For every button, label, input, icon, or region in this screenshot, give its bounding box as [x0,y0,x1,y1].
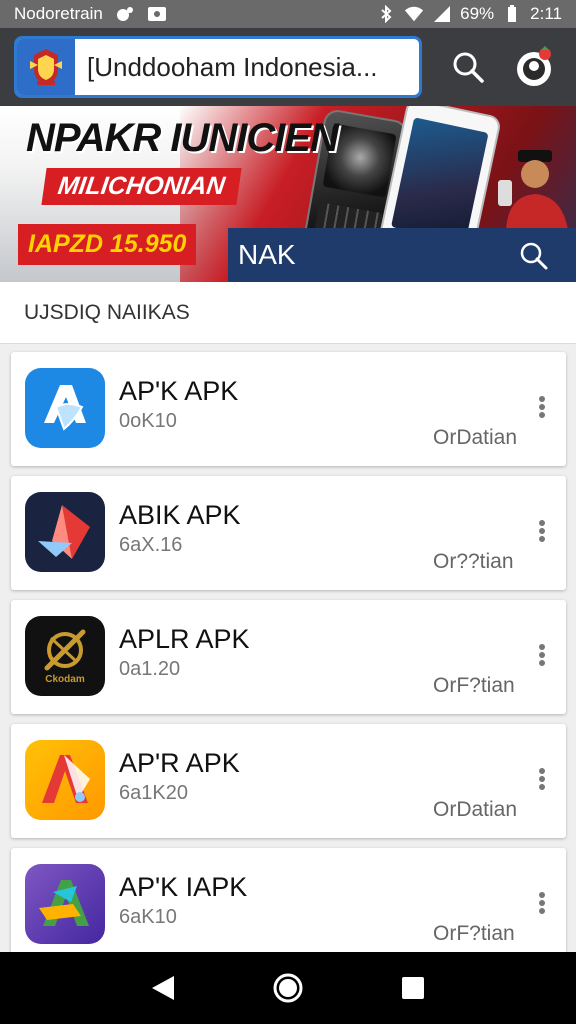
overflow-menu-icon[interactable] [533,764,551,794]
image-icon [147,6,167,22]
profile-button[interactable] [504,37,564,97]
search-icon [453,52,484,83]
screen: Nodoretrain 69% 2:11 [Unddooham Indonesi… [0,0,576,1024]
overflow-menu-icon[interactable] [533,640,551,670]
app-size: 0a1.20 [119,658,181,680]
top-bar: [Unddooham Indonesia... [0,28,576,106]
section-title: UJSDIQ NAIIKAS [24,300,190,324]
app-name: APLR APK [119,624,250,654]
app-icon [25,864,105,944]
app-action-label[interactable]: OrF?tian [433,674,515,698]
clock: 2:11 [530,4,562,23]
list-item[interactable]: AP'K IAPK 6aK10 OrF?tian [11,848,566,962]
signal-icon [432,6,452,22]
battery-icon [502,5,522,22]
home-icon [273,973,303,1003]
app-size: 6aK10 [119,906,177,928]
app-action-label[interactable]: OrDatian [433,426,517,450]
search-box[interactable]: [Unddooham Indonesia... [14,36,422,98]
banner-nav-text: NAK [238,239,296,270]
app-icon [25,368,105,448]
search-icon [520,242,548,270]
profile-icon [517,46,551,86]
app-icon [25,492,105,572]
overflow-menu-icon[interactable] [533,392,551,422]
app-icon [25,740,105,820]
app-icon: Ckodam [25,616,105,696]
app-name: AP'R APK [119,748,240,778]
app-name: AP'K APK [119,376,239,406]
battery-percent: 69% [460,4,495,23]
app-action-label[interactable]: OrF?tian [433,922,515,946]
app-size: 0oK10 [119,410,177,432]
search-input[interactable]: [Unddooham Indonesia... [75,52,378,83]
section-header: UJSDIQ NAIIKAS [0,282,576,344]
notification-icon [115,6,135,22]
carrier-label: Nodoretrain [14,4,103,23]
list-item[interactable]: AP'K APK 0oK10 OrDatian [11,352,566,466]
recents-icon [402,977,425,999]
app-logo-icon [17,39,75,95]
back-button[interactable] [139,964,187,1012]
home-button[interactable] [264,964,312,1012]
back-icon [151,976,174,1000]
overflow-menu-icon[interactable] [533,516,551,546]
search-button[interactable] [438,37,498,97]
app-name: AP'K IAPK [119,872,248,902]
overflow-menu-icon[interactable] [533,888,551,918]
app-icon-label: Ckodam [45,673,85,685]
app-name: ABIK APK [119,500,241,530]
app-action-label[interactable]: Or??tian [433,550,514,574]
system-nav-bar [0,952,576,1024]
recents-button[interactable] [389,964,437,1012]
banner-search-button[interactable] [514,236,554,276]
list-item[interactable]: AP'R APK 6a1K20 OrDatian [11,724,566,838]
bluetooth-icon [376,5,396,23]
promo-banner[interactable]: NPAKR IUNICIEN MILICHONIAN IAPZD 15.950 … [0,106,576,282]
banner-price: IAPZD 15.950 [18,224,197,265]
app-action-label[interactable]: OrDatian [433,798,517,822]
banner-subtitle: MILICHONIAN [41,168,242,205]
banner-title: NPAKR IUNICIEN [26,116,339,160]
wifi-icon [404,6,424,22]
app-size: 6a1K20 [119,782,188,804]
list-item[interactable]: Ckodam APLR APK 0a1.20 OrF?tian [11,600,566,714]
app-list: AP'K APK 0oK10 OrDatian ABIK APK 6aX.16 … [11,352,566,972]
app-size: 6aX.16 [119,534,183,556]
list-item[interactable]: ABIK APK 6aX.16 Or??tian [11,476,566,590]
status-bar: Nodoretrain 69% 2:11 [0,0,576,28]
person-image [498,150,568,230]
